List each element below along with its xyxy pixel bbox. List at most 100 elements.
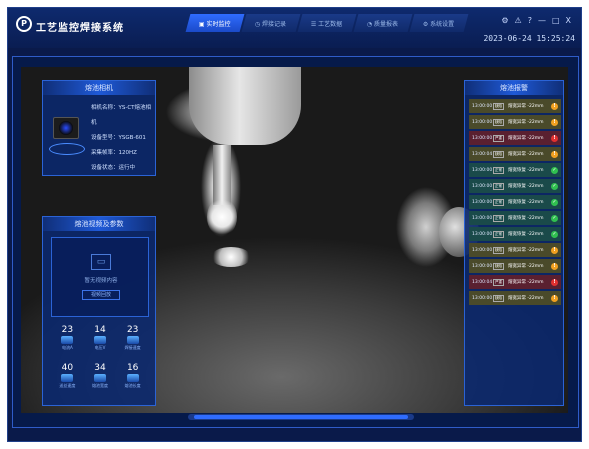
alarm-status-icon: ! xyxy=(551,246,558,254)
alarm-status-icon: ✓ xyxy=(551,230,558,238)
alarm-tag: 缺陷 xyxy=(493,150,504,158)
alarm-status-icon: ! xyxy=(551,102,558,110)
stat-item: 23 电流A xyxy=(51,325,84,359)
alarm-tag: 正常 xyxy=(493,166,504,174)
tab-weld-record[interactable]: ◷ 焊接记录 xyxy=(241,14,301,32)
alarm-message: 熔宽异常 -22mm xyxy=(508,136,544,141)
alarm-status-icon: ✓ xyxy=(551,182,558,190)
scrollbar-thumb[interactable] xyxy=(194,415,408,419)
stat-label: 电流A xyxy=(61,345,73,350)
video-params-panel: 熔池视频及参数 ▭ 暂无视频内容 视频回放 23 电流A 14 电压V 23 焊接速度… xyxy=(42,216,156,406)
alarm-tag: 正常 xyxy=(493,230,504,238)
alarm-time: 13:00:00 xyxy=(472,119,493,125)
stat-label: 电压V xyxy=(94,345,106,350)
alarm-row[interactable]: 13:00:00 缺陷 熔宽异常 -22mm! xyxy=(469,99,561,113)
nav-tabs: ▣ 实时监控 ◷ 焊接记录 ☰ 工艺数据 ◔ 质量报表 ⚙ 系统设置 xyxy=(185,14,469,32)
alarm-tag: 严重 xyxy=(493,278,504,286)
settings-gear-icon[interactable]: ⚙ xyxy=(501,16,508,25)
app-logo-icon: P xyxy=(16,16,32,32)
window-controls: ⚙ ⚠ ? — □ X xyxy=(501,16,571,25)
stat-label: 送丝速度 xyxy=(59,383,76,388)
camera-lens xyxy=(59,121,73,135)
video-empty-text: 暂无视频内容 xyxy=(84,278,118,284)
stat-value: 14 xyxy=(94,325,106,335)
stat-value: 16 xyxy=(126,363,139,373)
tab-system-settings[interactable]: ⚙ 系统设置 xyxy=(409,14,469,32)
pedestal-icon xyxy=(126,374,139,382)
alarm-tag: 缺陷 xyxy=(493,102,504,110)
camera-status: 设备状态：运行中 xyxy=(91,165,136,171)
stat-item: 34 熔池宽度 xyxy=(84,363,117,397)
alarm-row[interactable]: 13:00:00 严重 熔宽异常 -22mm! xyxy=(469,131,561,145)
pedestal-icon xyxy=(61,336,74,344)
stat-value: 34 xyxy=(94,363,106,373)
stat-value: 40 xyxy=(61,363,74,373)
camera-fps: 采集帧率：120HZ xyxy=(91,150,137,156)
alarm-tag: 正常 xyxy=(493,182,504,190)
alarm-message: 熔宽异常 -22mm xyxy=(508,248,544,253)
app-window: P 工艺监控焊接系统 ▣ 实时监控 ◷ 焊接记录 ☰ 工艺数据 ◔ 质量报表 ⚙… xyxy=(7,7,582,442)
alarm-time: 13:00:04 xyxy=(472,151,493,157)
alarm-row[interactable]: 13:00:00 缺陷 熔宽异常 -22mm! xyxy=(469,291,561,305)
tab-realtime-monitor[interactable]: ▣ 实时监控 xyxy=(185,14,245,32)
alarm-row[interactable]: 13:00:00 缺陷 熔宽异常 -22mm! xyxy=(469,243,561,257)
alarm-row[interactable]: 13:00:00 缺陷 熔宽异常 -22mm! xyxy=(469,259,561,273)
camera-panel-title: 熔池相机 xyxy=(43,81,155,95)
stat-item: 14 电压V xyxy=(84,325,117,359)
alarm-message: 熔宽恢复 -22mm xyxy=(508,184,544,189)
alarm-panel-title: 熔池报警 xyxy=(465,81,563,95)
alarm-row[interactable]: 13:00:04 严重 熔宽异常 -22mm! xyxy=(469,275,561,289)
alarm-row[interactable]: 13:00:00 正常 熔宽恢复 -22mm ✓ xyxy=(469,179,561,193)
help-icon[interactable]: ? xyxy=(528,16,532,25)
alarm-time: 13:00:00 xyxy=(472,199,493,205)
alarm-tag: 缺陷 xyxy=(493,118,504,126)
report-icon: ◔ xyxy=(367,20,373,28)
alarm-row[interactable]: 13:00:00 正常 熔宽恢复 -22mm ✓ xyxy=(469,195,561,209)
video-placeholder: ▭ 暂无视频内容 视频回放 xyxy=(51,237,149,317)
pedestal-icon xyxy=(93,374,106,382)
alarm-row[interactable]: 13:00:00 正常 熔宽恢复 -22mm ✓ xyxy=(469,227,561,241)
alarm-time: 13:00:04 xyxy=(472,279,493,285)
alert-icon[interactable]: ⚠ xyxy=(515,16,522,25)
alarm-time: 13:00:00 xyxy=(472,183,493,189)
tab-label: 质量报表 xyxy=(374,20,399,28)
alarm-message: 熔宽异常 -22mm xyxy=(508,296,544,301)
alarm-message: 熔宽异常 -22mm xyxy=(508,264,544,269)
maximize-icon[interactable]: □ xyxy=(552,16,560,25)
video-playback-button[interactable]: 视频回放 xyxy=(82,290,120,300)
alarm-time: 13:00:00 xyxy=(472,103,493,109)
horizontal-scrollbar[interactable] xyxy=(188,414,414,420)
weld-nozzle xyxy=(189,67,301,145)
tab-label: 实时监控 xyxy=(206,20,231,28)
alarm-row[interactable]: 13:00:00 正常 熔宽恢复 -22mm ✓ xyxy=(469,211,561,225)
alarm-tag: 缺陷 xyxy=(493,262,504,270)
alarm-message: 熔宽恢复 -22mm xyxy=(508,216,544,221)
tab-label: 焊接记录 xyxy=(262,20,287,28)
tab-process-data[interactable]: ☰ 工艺数据 xyxy=(297,14,357,32)
camera-info-panel: 熔池相机 相机名称：YS-CT熔池相机 设备型号：YSGB-601 采集帧率：1… xyxy=(42,80,156,176)
alarm-message: 熔宽恢复 -22mm xyxy=(508,232,544,237)
tab-label: 工艺数据 xyxy=(318,20,343,28)
alarm-tag: 严重 xyxy=(493,134,504,142)
stat-label: 焊接速度 xyxy=(124,345,141,350)
alarm-row[interactable]: 13:00:00 缺陷 熔宽异常 -22mm! xyxy=(469,115,561,129)
alarm-tag: 正常 xyxy=(493,198,504,206)
close-icon[interactable]: X xyxy=(566,16,571,25)
alarm-row[interactable]: 13:00:04 缺陷 熔宽异常 -22mm! xyxy=(469,147,561,161)
alarm-message: 熔宽恢复 -22mm xyxy=(508,200,544,205)
minimize-icon[interactable]: — xyxy=(538,16,546,25)
tab-quality-report[interactable]: ◔ 质量报表 xyxy=(353,14,413,32)
alarm-row[interactable]: 13:00:00 正常 熔宽恢复 -22mm ✓ xyxy=(469,163,561,177)
stat-item: 40 送丝速度 xyxy=(51,363,84,397)
param-stats-grid: 23 电流A 14 电压V 23 焊接速度 40 送丝速度 34 熔池宽度 16 熔池长度 xyxy=(51,325,149,397)
alarm-time: 13:00:00 xyxy=(472,263,493,269)
alarm-list: 13:00:00 缺陷 熔宽异常 -22mm! 13:00:00 缺陷 熔宽异常 -22m… xyxy=(469,99,561,307)
pedestal-icon xyxy=(93,336,106,344)
data-icon: ☰ xyxy=(311,20,317,28)
alarm-status-icon: ✓ xyxy=(551,214,558,222)
alarm-time: 13:00:00 xyxy=(472,231,493,237)
record-icon: ◷ xyxy=(255,20,261,28)
camera-device-icon xyxy=(49,101,85,161)
stat-label: 熔池宽度 xyxy=(91,383,108,388)
alarm-time: 13:00:00 xyxy=(472,135,493,141)
